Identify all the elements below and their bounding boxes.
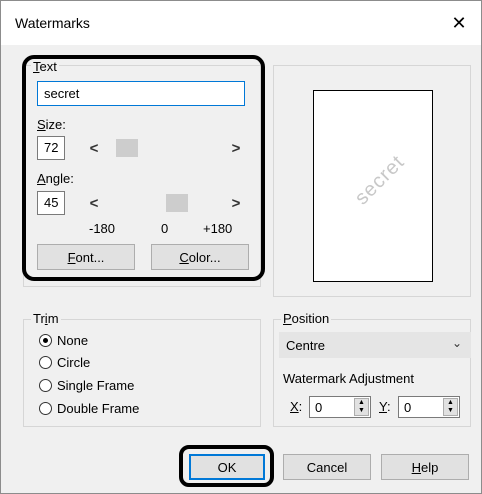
font-button[interactable]: Font... bbox=[37, 244, 135, 270]
size-field[interactable]: 72 bbox=[37, 136, 65, 160]
size-label: Size: bbox=[37, 117, 66, 132]
size-scroll-left[interactable]: < bbox=[83, 137, 105, 159]
angle-scroll-thumb[interactable] bbox=[166, 194, 188, 212]
angle-slider[interactable]: < > bbox=[83, 192, 247, 214]
trim-double-frame-radio[interactable]: Double Frame bbox=[39, 401, 139, 416]
angle-min-label: -180 bbox=[89, 221, 116, 236]
x-label: X: bbox=[290, 399, 303, 414]
radio-icon bbox=[39, 402, 52, 415]
radio-icon bbox=[39, 379, 52, 392]
angle-max-label: +180 bbox=[203, 221, 233, 236]
dialog-title: Watermarks bbox=[15, 15, 90, 31]
size-scroll-right[interactable]: > bbox=[225, 137, 247, 159]
preview-watermark-text: secret bbox=[350, 150, 410, 210]
angle-field[interactable]: 45 bbox=[37, 191, 65, 215]
radio-icon bbox=[39, 356, 52, 369]
angle-mid-label: 0 bbox=[161, 221, 169, 236]
size-scroll-thumb[interactable] bbox=[116, 139, 138, 157]
chevron-down-icon: ⌄ bbox=[451, 336, 462, 350]
angle-scroll-right[interactable]: > bbox=[225, 192, 247, 214]
help-button[interactable]: Help bbox=[381, 454, 469, 480]
y-label: Y: bbox=[379, 399, 391, 414]
watermark-text-input[interactable] bbox=[37, 81, 245, 106]
cancel-button[interactable]: Cancel bbox=[283, 454, 371, 480]
close-button[interactable]: ✕ bbox=[437, 1, 481, 45]
radio-selected-icon bbox=[39, 334, 52, 347]
trim-group-label: Trim bbox=[31, 311, 61, 326]
color-button[interactable]: Color... bbox=[151, 244, 249, 270]
spin-arrows-icon[interactable]: ▲ ▼ bbox=[443, 398, 458, 416]
y-spinner[interactable]: 0 ▲ ▼ bbox=[398, 396, 460, 418]
angle-scroll-left[interactable]: < bbox=[83, 192, 105, 214]
size-slider[interactable]: < > bbox=[83, 137, 247, 159]
spin-arrows-icon[interactable]: ▲ ▼ bbox=[354, 398, 369, 416]
trim-none-radio[interactable]: None bbox=[39, 333, 88, 348]
trim-circle-radio[interactable]: Circle bbox=[39, 355, 90, 370]
angle-label: Angle: bbox=[37, 171, 74, 186]
trim-single-frame-radio[interactable]: Single Frame bbox=[39, 378, 134, 393]
title-bar: Watermarks ✕ bbox=[1, 1, 481, 45]
ok-button[interactable]: OK bbox=[189, 454, 265, 480]
watermarks-dialog: Watermarks ✕ Text Size: 72 < > Angle: 45… bbox=[0, 0, 482, 494]
preview-page: secret bbox=[313, 90, 433, 282]
text-group-label: Text bbox=[31, 59, 59, 74]
close-icon: ✕ bbox=[451, 12, 467, 33]
position-select[interactable]: Centre ⌄ bbox=[279, 332, 471, 358]
x-spinner[interactable]: 0 ▲ ▼ bbox=[309, 396, 371, 418]
position-group-label: Position bbox=[281, 311, 332, 326]
watermark-adjustment-label: Watermark Adjustment bbox=[283, 371, 415, 386]
